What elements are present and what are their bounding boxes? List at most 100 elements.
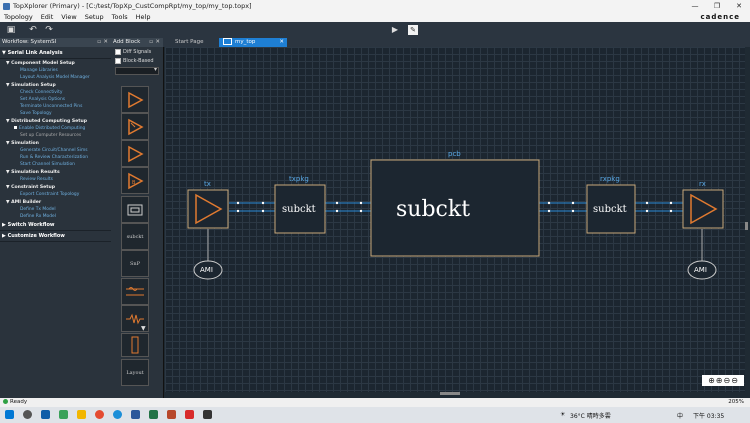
wf-define-tx[interactable]: Define Tx Model — [0, 206, 111, 213]
wf-review-results[interactable]: Review Results — [0, 176, 111, 183]
zoom-area-icon[interactable]: ⊖ — [731, 376, 738, 386]
save-icon[interactable]: ▣ — [6, 25, 16, 35]
wf-define-rx[interactable]: Define Rx Model — [0, 213, 111, 220]
ami-left-label: AMI — [200, 266, 213, 274]
wf-switch-workflow[interactable]: ▶ Switch Workflow — [0, 220, 111, 231]
wf-constraint-setup[interactable]: ▼ Constraint Setup — [0, 183, 111, 191]
wf-serial-link-analysis[interactable]: ▼ Serial Link Analysis — [0, 48, 111, 59]
app-icon[interactable] — [59, 410, 68, 419]
zoom-fit-icon[interactable]: ⊕ — [708, 376, 715, 386]
scroll-down-icon[interactable]: ▼ — [141, 325, 146, 332]
brand-logo: cadence — [700, 13, 740, 21]
menu-help[interactable]: Help — [132, 13, 155, 21]
wf-set-analysis-options[interactable]: Set Analysis Options — [0, 96, 111, 103]
ami-right-label: AMI — [694, 266, 707, 274]
wf-start-channel-sim[interactable]: Start Channel Simulation — [0, 161, 111, 168]
checkbox-icon[interactable] — [115, 48, 121, 55]
wf-component-model-setup[interactable]: ▼ Component Model Setup — [0, 59, 111, 67]
block-category-dropdown[interactable] — [115, 66, 159, 75]
svg-text:B: B — [132, 180, 136, 186]
wf-save-topology[interactable]: Save Topology — [0, 110, 111, 117]
wf-layout-analysis-model-manager[interactable]: Layout Analysis Model Manager — [0, 74, 111, 81]
menu-setup[interactable]: Setup — [81, 13, 108, 21]
wf-simulation-setup[interactable]: ▼ Simulation Setup — [0, 81, 111, 89]
pin-icon[interactable]: ▫ — [97, 38, 101, 47]
wf-ami-builder[interactable]: ▼ AMI Builder — [0, 198, 111, 206]
close-icon[interactable]: ✕ — [728, 0, 750, 12]
topology-canvas[interactable]: pcb subckt tx rx txpkg rxpkg subckt subc… — [165, 47, 745, 392]
workflow-title: Workflow: SystemSI — [2, 39, 57, 45]
wf-distributed-computing-setup[interactable]: ▼ Distributed Computing Setup — [0, 117, 111, 125]
undo-icon[interactable]: ↶ — [28, 25, 38, 35]
windows-start-icon[interactable] — [5, 410, 14, 419]
chrome-icon[interactable] — [95, 410, 104, 419]
menu-bar: Topology Edit View Setup Tools Help cade… — [0, 12, 750, 22]
close-tab-icon[interactable]: ✕ — [279, 38, 284, 47]
menu-edit[interactable]: Edit — [37, 13, 58, 21]
wf-simulation[interactable]: ▼ Simulation — [0, 139, 111, 147]
checkbox-icon[interactable] — [14, 126, 17, 129]
close-panel-icon[interactable]: ✕ — [155, 38, 160, 47]
redo-icon[interactable]: ↷ — [44, 25, 54, 35]
rx-block-icon[interactable] — [121, 140, 149, 167]
wf-run-review[interactable]: Run & Review Characterization — [0, 154, 111, 161]
window-controls: — ❐ ✕ — [684, 0, 750, 12]
vertical-scrollbar[interactable] — [745, 222, 748, 230]
subckt-block[interactable]: subckt — [121, 223, 149, 250]
connector-block-icon[interactable] — [121, 333, 149, 357]
file-explorer-icon[interactable] — [77, 410, 86, 419]
topxplorer-icon[interactable] — [203, 410, 212, 419]
wf-setup-computer-resources[interactable]: Set up Computer Resources — [0, 132, 111, 139]
zoom-controls: ⊕ ⊕ ⊖ ⊖ — [702, 375, 744, 386]
menu-tools[interactable]: Tools — [108, 13, 132, 21]
menu-topology[interactable]: Topology — [0, 13, 37, 21]
wf-customize-workflow[interactable]: ▶ Customize Workflow — [0, 231, 111, 242]
minimize-icon[interactable]: — — [684, 0, 706, 12]
wf-terminate-pins[interactable]: Terminate Unconnected Pins — [0, 103, 111, 110]
pin-icon[interactable]: ▫ — [149, 38, 153, 47]
tab-start-page[interactable]: Start Page — [163, 38, 221, 47]
zoom-level: 205% — [728, 399, 744, 405]
powerpoint-icon[interactable] — [167, 410, 176, 419]
checkbox-icon[interactable] — [115, 57, 121, 64]
horizontal-scrollbar[interactable] — [440, 392, 460, 395]
tx-block-variant-icon[interactable] — [121, 113, 149, 140]
transmission-line-icon[interactable] — [121, 278, 149, 305]
workflow-panel-header: Workflow: SystemSI ▫ ✕ — [0, 38, 111, 47]
buffer-block-icon[interactable]: B — [121, 167, 149, 194]
acrobat-icon[interactable] — [185, 410, 194, 419]
ime-indicator[interactable]: 中 — [677, 411, 683, 420]
close-panel-icon[interactable]: ✕ — [103, 38, 108, 47]
edge-icon[interactable] — [113, 410, 122, 419]
zoom-in-icon[interactable]: ⊕ — [716, 376, 723, 386]
zoom-out-icon[interactable]: ⊖ — [724, 376, 731, 386]
pkg-block-icon[interactable] — [121, 196, 149, 223]
topology-tab-icon — [223, 38, 232, 45]
tx-block-icon[interactable] — [121, 86, 149, 113]
wf-enable-distributed-computing[interactable]: Enable Distributed Computing — [0, 125, 111, 132]
layout-block[interactable]: Layout — [121, 359, 149, 386]
maximize-icon[interactable]: ❐ — [706, 0, 728, 12]
diff-signals-checkbox[interactable]: Diff Signals — [111, 47, 163, 56]
wf-generate-sims[interactable]: Generate Circuit/Channel Sims — [0, 147, 111, 154]
word-icon[interactable] — [131, 410, 140, 419]
excel-icon[interactable] — [149, 410, 158, 419]
workflow-panel: Workflow: SystemSI ▫ ✕ ▼ Serial Link Ana… — [0, 38, 112, 398]
menu-view[interactable]: View — [57, 13, 80, 21]
workflow-tree: ▼ Serial Link Analysis ▼ Component Model… — [0, 47, 111, 243]
tab-bar: Start Page my_top ✕ — [163, 38, 750, 47]
wf-export-constraint[interactable]: Export Constraint Topology — [0, 191, 111, 198]
tab-my-top[interactable]: my_top ✕ — [219, 38, 287, 47]
wf-check-connectivity[interactable]: Check Connectivity — [0, 89, 111, 96]
run-icon[interactable]: ▶ — [390, 25, 400, 35]
snp-block[interactable]: SnP — [121, 250, 149, 277]
title-bar: TopXplorer (Primary) - [C:/test/TopXp_Cu… — [0, 0, 750, 12]
clock: 下午 03:35 — [693, 413, 725, 420]
report-icon[interactable]: ✎ — [408, 25, 418, 35]
rx-label: rx — [699, 180, 706, 188]
wf-simulation-results[interactable]: ▼ Simulation Results — [0, 168, 111, 176]
outlook-icon[interactable] — [41, 410, 50, 419]
wf-manage-libraries[interactable]: Manage Libraries — [0, 67, 111, 74]
block-based-checkbox[interactable]: Block-Based — [111, 56, 163, 65]
search-icon[interactable] — [23, 410, 32, 419]
